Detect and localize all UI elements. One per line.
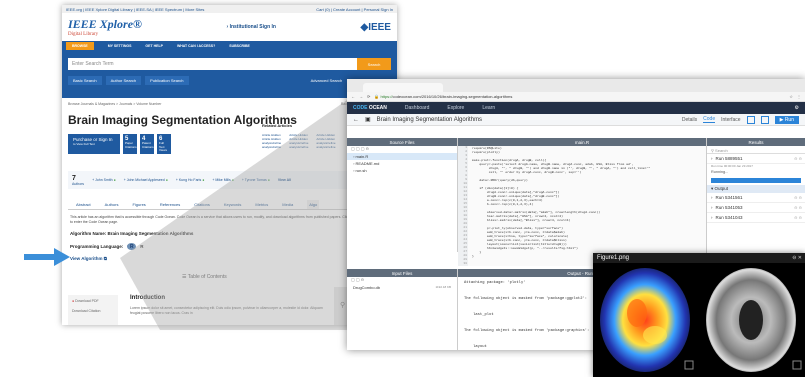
run-actions-icon[interactable]: ⊖ ⊖ (794, 215, 805, 220)
layout-toggle-icon[interactable] (760, 115, 769, 124)
reload-icon[interactable]: ⟳ (367, 94, 370, 99)
nav-learn[interactable]: Learn (482, 105, 495, 111)
code-ocean-nav: CODE OCEAN Dashboard Explore Learn ⚙ (347, 102, 805, 114)
input-files-panel: Input Files ▢ ▢ ⊖ DrugCombo.db 1192.18 KB (347, 269, 458, 350)
browser-tabstrip (347, 79, 805, 92)
output-group-label: Output (714, 186, 729, 191)
result-run-item[interactable]: › Run 5341043 ⊖ ⊖ (707, 213, 805, 223)
url-scheme: https:// (380, 94, 393, 99)
nav-dashboard[interactable]: Dashboard (405, 105, 429, 111)
pointer-arrow-icon (24, 248, 70, 266)
tab-details[interactable]: Details (682, 117, 697, 123)
capsule-icon: ▣ (365, 117, 371, 123)
figure-title: Figure1.png (597, 255, 630, 261)
input-file-item[interactable]: DrugCombo.db 1192.18 KB (347, 284, 457, 291)
run-name: Run 5341561 (715, 195, 743, 200)
result-run-item[interactable]: › Run 5341053 ⊖ ⊖ (707, 203, 805, 213)
results-header: Results (707, 138, 805, 146)
browser-tab[interactable] (363, 83, 443, 92)
settings-gear-icon[interactable]: ⚙ (795, 105, 799, 111)
address-field[interactable]: 🔒 https://codeocean.com/2016/10/26/brain… (374, 94, 512, 99)
run-label: Run (784, 116, 794, 123)
logo-part-b: OCEAN (368, 105, 387, 111)
play-icon: ▶ (779, 116, 784, 123)
zoom-wedge-shape (120, 100, 347, 330)
code-text: require(RSQLite) require(plotly) make.pl… (472, 146, 651, 258)
capsule-title: Brain Imaging Segmentation Algorithms (376, 116, 483, 123)
browser-url-bar: ← → ⟳ 🔒 https://codeocean.com/2016/10/26… (347, 92, 805, 102)
right-image-marker (792, 360, 802, 370)
layout-toggle-icon[interactable] (746, 115, 755, 124)
running-status: Running... (711, 170, 729, 174)
run-name: Run 5341053 (715, 205, 743, 210)
result-run-item[interactable]: › Run 5889551 ⊖ ⊖ (707, 154, 805, 164)
brain-scan-image (600, 268, 802, 372)
run-progress-bar (711, 178, 801, 183)
run-actions-icon[interactable]: ⊖ ⊖ (794, 205, 805, 210)
file-item[interactable]: ▫ main.R (347, 153, 457, 160)
input-toolbar[interactable]: ▢ ▢ ⊖ (347, 277, 457, 284)
file-name: run.sh (355, 168, 367, 173)
figure-window-controls[interactable]: ⊖ ✕ (792, 255, 805, 261)
back-arrow-icon[interactable]: ← (353, 117, 359, 123)
tab-code[interactable]: Code (703, 116, 716, 123)
forward-icon[interactable]: → (359, 94, 363, 99)
results-search-input[interactable]: ⚲ Search (707, 146, 805, 154)
source-files-panel: Source Files ▢ ▢ ▢ ⊖ ▫ main.R ▫ README.m… (347, 138, 458, 252)
file-item[interactable]: ▫ run.sh (347, 167, 457, 174)
line-numbers: 1 2 3 4 5 6 7 8 9 10 11 12 13 14 15 16 17 18 19 20 21 22 23 24 2… (458, 146, 468, 266)
results-search-placeholder: Search (715, 148, 728, 153)
back-icon[interactable]: ← (351, 94, 355, 99)
input-file-name: DrugCombo.db (353, 285, 381, 290)
code-editor[interactable]: main.R 1 2 3 4 5 6 7 8 9 10 11 12 13 14 15 16 17 18 19 20 21… (458, 138, 706, 266)
tab-interface[interactable]: Interface (721, 117, 740, 123)
output-group-header[interactable]: ▾ Output (707, 185, 805, 193)
code-ocean-logo[interactable]: CODE OCEAN (353, 105, 387, 111)
run-actions-icon[interactable]: ⊖ ⊖ (794, 195, 805, 200)
source-files-header: Source Files (347, 138, 457, 146)
figure-header: Figure1.png ⊖ ✕ (593, 253, 805, 263)
result-run-item[interactable]: › Run 5341561 ⊖ ⊖ (707, 193, 805, 203)
figure-viewer: Figure1.png ⊖ ✕ (593, 253, 805, 377)
capsule-tabs: Details Code Interface ▶ Run (682, 115, 799, 124)
input-files-header: Input Files (347, 269, 457, 277)
logo-part-a: CODE (353, 105, 368, 111)
file-name: main.R (355, 154, 369, 159)
run-actions-icon[interactable]: ⊖ ⊖ (794, 156, 805, 161)
capsule-header: ← ▣ Brain Imaging Segmentation Algorithm… (347, 114, 805, 126)
menu-icon[interactable]: ⋮ (797, 94, 801, 99)
run-name: Run 5889551 (715, 156, 743, 161)
run-name: Run 5341043 (715, 215, 743, 220)
star-icon[interactable]: ☆ (789, 94, 793, 99)
run-button[interactable]: ▶ Run (774, 115, 799, 124)
file-item[interactable]: ▫ README.md (347, 160, 457, 167)
url-path: codeocean.com/2016/10/26/brain-imaging-s… (392, 94, 513, 99)
left-image-marker (684, 360, 694, 370)
file-name: README.md (355, 161, 380, 166)
file-toolbar[interactable]: ▢ ▢ ▢ ⊖ (347, 146, 457, 153)
editor-header: main.R (458, 138, 706, 146)
input-file-size: 1192.18 KB (435, 285, 451, 289)
nav-explore[interactable]: Explore (447, 105, 464, 111)
